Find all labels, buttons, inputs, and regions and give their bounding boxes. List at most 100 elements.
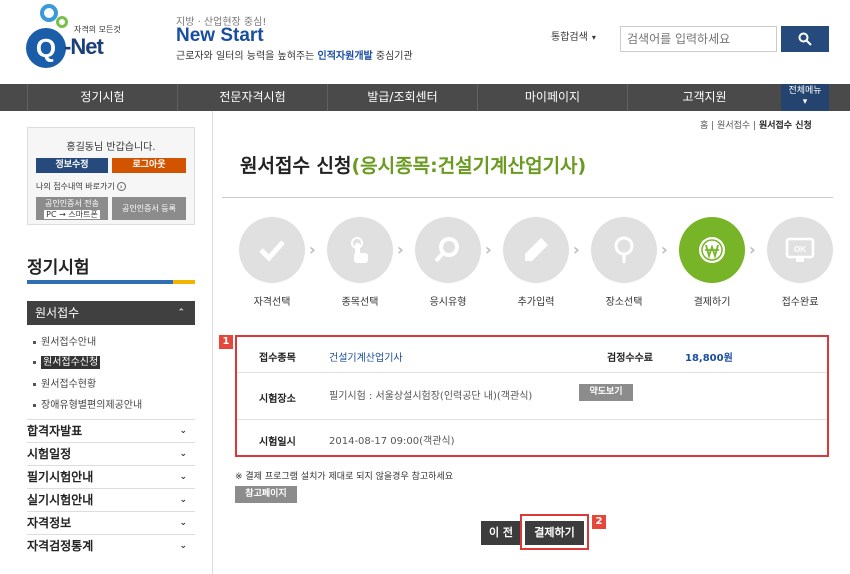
pay-button-highlight: 결제하기 [520,514,589,550]
sidebar-item-label: 자격정보 [27,516,72,530]
site-header: Q 자격의 모든것 -Net 지방 · 산업현장 중심! New Start 근… [0,0,850,84]
qnet-logo[interactable]: Q 자격의 모든것 -Net [26,4,126,68]
gnb-item-mypage[interactable]: 마이페이지 [477,84,627,111]
step-label: 결제하기 [693,297,731,308]
magnifier-icon [434,237,459,263]
sidebar-sub-label: 장애유형별편의제공안내 [41,400,143,411]
step-label: 추가입력 [517,297,555,308]
annotation-badge-1: 1 [219,335,233,349]
slogan-desc-post: 중심기관 [372,51,413,62]
cert-send-button[interactable]: 공인인증서 전송 PC → 스마트폰 [36,197,108,220]
step-additional-input [503,217,569,283]
sidebar-item-label: 실기시험안내 [27,493,94,507]
row-subject: 접수종목 건설기계산업기사 검정수수료 18,800원 [237,337,827,373]
svg-text:OK: OK [794,245,806,254]
date-label: 시험일시 [259,437,296,448]
touch-icon [351,237,368,263]
subject-value: 건설기계산업기사 [329,353,403,364]
chevron-up-icon: ⌃ [177,308,185,318]
application-summary: 접수종목 건설기계산업기사 검정수수료 18,800원 시험장소 필기시험 : … [235,335,829,457]
sidebar-item-qualification-info[interactable]: 자격정보 ⌄ [27,511,195,534]
chevron-down-icon: ⌄ [179,541,187,551]
login-box: 홍길동님 반갑습니다. 정보수정 로그아웃 나의 접수내역 바로가기 › 공인인증… [27,127,195,225]
place-label: 시험장소 [259,394,296,405]
chevron-down-icon: ⌄ [179,472,187,482]
reference-page-button[interactable]: 참고페이지 [235,486,297,503]
step-complete: OK [767,217,833,283]
gnb-item-regular-exam[interactable]: 정기시험 [27,84,177,111]
title-divider [222,197,833,198]
my-application-link[interactable]: 나의 접수내역 바로가기 › [36,181,126,192]
bullet-icon [33,340,36,344]
bullet-icon [33,382,36,386]
step-label: 자격선택 [253,297,291,308]
sidebar-divider [212,111,213,574]
monitor-ok-icon: OK [785,237,815,262]
sidebar-sub-application-guide[interactable]: 원서접수안내 [33,333,96,348]
bullet-icon [33,403,36,407]
chevron-down-icon: ⌄ [179,449,187,459]
chevron-down-icon: ⌄ [179,495,187,505]
cert-register-button[interactable]: 공인인증서 등록 [112,197,186,220]
chevron-down-icon: ▾ [802,97,808,107]
gnb-item-support[interactable]: 고객지원 [627,84,781,111]
breadcrumb-application[interactable]: 원서접수 [717,121,750,131]
sidebar-sub-disability-support[interactable]: 장애유형별편의제공안내 [33,396,142,411]
step-label: 장소선택 [605,297,643,308]
search-button[interactable] [781,26,829,52]
sidebar-underline-accent [173,280,195,284]
sidebar-sub-application-status[interactable]: 원서접수현황 [33,375,96,390]
fee-label: 검정수수료 [607,353,653,364]
cert-send-label: 공인인증서 전송 [44,199,100,208]
slogan-desc-highlight: 인적자원개발 [317,51,373,62]
breadcrumb-current: 원서접수 신청 [758,121,812,131]
pay-button[interactable]: 결제하기 [525,521,584,545]
breadcrumb: 홈 | 원서접수 | 원서접수 신청 [700,121,812,131]
gnb-item-professional-exam[interactable]: 전문자격시험 [177,84,327,111]
sidebar-item-practical-exam[interactable]: 실기시험안내 ⌄ [27,488,195,511]
page-title: 원서접수 신청(응시종목:건설기계산업기사) [240,151,586,178]
sidebar-item-label: 필기시험안내 [27,470,94,484]
cert-send-sub-label: PC → 스마트폰 [44,210,100,219]
map-button[interactable]: 약도보기 [579,384,633,401]
sidebar-item-application[interactable]: 원서접수 ⌃ [27,301,195,325]
step-qualification [239,217,305,283]
sidebar-title: 정기시험 [27,258,90,278]
sidebar-item-label: 시험일정 [27,447,72,461]
sidebar-item-written-exam[interactable]: 필기시험안내 ⌄ [27,465,195,488]
chevron-right-icon: › [661,240,668,259]
logout-button[interactable]: 로그아웃 [112,158,186,173]
step-payment [679,217,745,283]
gnb-item-issue-center[interactable]: 발급/조회센터 [327,84,477,111]
sidebar-item-label: 합격자발표 [27,424,83,438]
edit-info-button[interactable]: 정보수정 [36,158,108,173]
search-scope-select[interactable]: 통합검색 ▾ [546,26,618,50]
all-menu-button[interactable]: 전체메뉴 ▾ [781,84,829,111]
sidebar-item-label: 자격검정통계 [27,539,94,553]
logo-ring-green [56,16,68,28]
chevron-right-icon: › [749,240,756,259]
my-application-link-label: 나의 접수내역 바로가기 [36,182,115,191]
date-value: 2014-08-17 09:00(객관식) [329,436,455,447]
chevron-down-icon: ⌄ [179,518,187,528]
sidebar-sub-label: 원서접수신청 [41,356,101,369]
annotation-badge-2: 2 [592,515,606,529]
previous-button[interactable]: 이 전 [481,521,521,545]
sidebar-item-schedule[interactable]: 시험일정 ⌄ [27,442,195,465]
search-input[interactable] [620,26,777,52]
map-pin-icon [614,236,634,263]
won-coin-icon [699,237,725,263]
step-label: 응시유형 [429,297,467,308]
step-location [591,217,657,283]
sidebar-sub-application-request[interactable]: 원서접수신청 [33,353,101,369]
chevron-down-icon: ⌄ [179,426,187,436]
sidebar-item-statistics[interactable]: 자격검정통계 ⌄ [27,534,195,557]
step-exam-type [415,217,481,283]
checkmark-icon [259,240,285,262]
chevron-right-icon: › [309,240,316,259]
fee-value: 18,800원 [685,353,733,364]
breadcrumb-home[interactable]: 홈 [700,121,708,131]
sidebar-item-results[interactable]: 합격자발표 ⌄ [27,419,195,442]
chevron-right-icon: › [485,240,492,259]
page-title-main: 원서접수 신청 [240,155,352,177]
